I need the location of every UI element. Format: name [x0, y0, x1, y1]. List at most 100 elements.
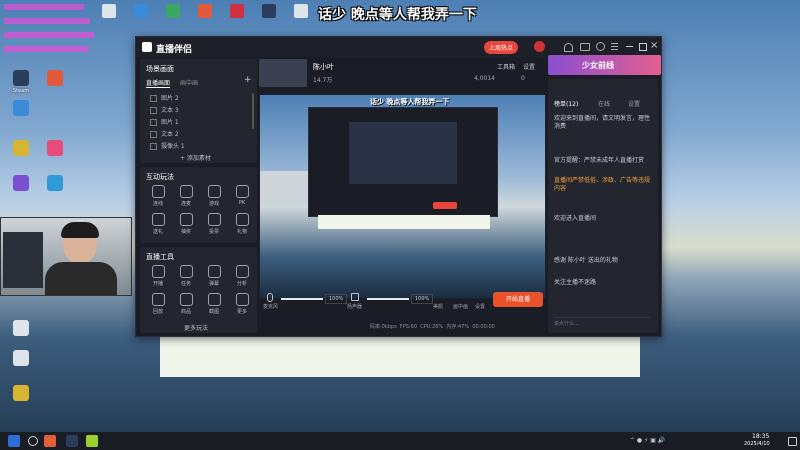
preview-webcam [260, 171, 310, 201]
message-icon[interactable] [580, 43, 590, 51]
system-tray[interactable]: ⌃ ● ⚡ ▣ 🔊 [630, 437, 730, 445]
status-cpu: CPU:26% [420, 324, 444, 330]
tool-icon [151, 213, 165, 226]
interaction-title: 互动玩法 [146, 173, 174, 181]
header-settings-button[interactable]: 设置 [523, 62, 535, 71]
tool-tile[interactable]: PK [226, 185, 258, 206]
chat-input[interactable]: 说点什么... [554, 317, 650, 330]
add-source-button[interactable]: + 添加素材 [180, 153, 211, 162]
mic-value[interactable]: 100% [325, 294, 348, 304]
start-live-button[interactable]: 开始直播 [493, 292, 543, 307]
source-item[interactable]: 文本 3 [150, 105, 179, 114]
avatar[interactable] [534, 41, 545, 52]
add-scene-button[interactable]: + [244, 75, 252, 85]
desktop-icon[interactable] [102, 4, 116, 18]
tool-tile[interactable]: 更多 [226, 293, 258, 315]
promo-banner[interactable]: 少女前线 [548, 55, 661, 75]
toolbox-button[interactable]: 工具箱 [497, 62, 515, 71]
desktop-icon[interactable] [4, 350, 38, 368]
speaker-slider[interactable] [367, 298, 409, 300]
chat-tab-rank[interactable]: 榜单(12) [554, 99, 578, 108]
start-icon[interactable] [8, 435, 20, 447]
visibility-checkbox[interactable] [150, 107, 157, 114]
live-badge[interactable]: 上周热点 [484, 41, 519, 54]
desktop-top-icons [100, 4, 320, 24]
bottom-settings-button[interactable]: 设置 [475, 303, 485, 310]
close-button[interactable]: × [650, 41, 658, 51]
taskbar-steam-icon[interactable] [66, 435, 78, 447]
desktop-icon[interactable] [262, 4, 276, 18]
beauty-button[interactable]: 美颜 [433, 303, 443, 310]
clock-time[interactable]: 18:35 [752, 433, 769, 440]
chat-tab-online[interactable]: 在线 [598, 99, 610, 108]
desktop-icon[interactable] [4, 385, 38, 403]
mic-icon[interactable] [267, 293, 273, 302]
desktop-icon[interactable] [4, 175, 38, 193]
desktop-icon[interactable] [230, 4, 244, 18]
desktop-icon[interactable]: Steam [4, 70, 38, 94]
tab-pip[interactable]: 画中画 [180, 78, 198, 87]
tool-icon [235, 185, 249, 198]
taskbar-live-icon[interactable] [86, 435, 98, 447]
visibility-checkbox[interactable] [150, 131, 157, 138]
desktop-icon[interactable] [4, 100, 38, 118]
person-hair [61, 222, 99, 238]
pip-button[interactable]: 画中画 [453, 303, 468, 310]
speaker-value[interactable]: 100% [411, 294, 434, 304]
maximize-button[interactable] [639, 43, 647, 51]
desktop-icon[interactable] [38, 70, 72, 88]
chat-message: 直播间严禁低俗、涉政、广告等违规内容 [554, 177, 651, 192]
live-companion-window: 直播伴侣 上周热点 × 场景画面 直播画面 画中画 + 图片 2 文本 3 图片… [135, 36, 662, 337]
chat-message: 关注主播不迷路 [554, 279, 597, 286]
source-item[interactable]: 图片 1 [150, 117, 179, 126]
settings-icon[interactable] [596, 42, 605, 51]
app-logo-icon [142, 42, 152, 52]
scrollbar[interactable] [252, 93, 254, 129]
preview-caption: 话少 晚点等人帮我弄一下 [370, 98, 450, 106]
desktop-icon[interactable] [4, 140, 38, 158]
live-tools-title: 直播工具 [146, 253, 174, 261]
notification-icon[interactable] [788, 437, 797, 446]
tool-tile[interactable]: 礼物 [226, 213, 258, 235]
stat-1: 14.7万 [313, 77, 333, 84]
tab-live[interactable]: 直播画面 [146, 78, 171, 88]
mic-slider[interactable] [281, 298, 323, 300]
visibility-checkbox[interactable] [150, 119, 157, 126]
menu-icon[interactable] [611, 43, 618, 44]
nested-window [308, 107, 498, 217]
tool-icon [179, 213, 193, 226]
desktop-icon[interactable] [198, 4, 212, 18]
tool-icon [179, 185, 193, 198]
desktop-icon[interactable] [294, 4, 308, 18]
headset-icon[interactable] [564, 43, 573, 52]
minimize-button[interactable] [626, 46, 633, 47]
desktop-icon[interactable] [134, 4, 148, 18]
tool-icon [151, 265, 165, 278]
expand-more-button[interactable]: 更多玩法 [184, 323, 208, 332]
webcam-feed [0, 217, 132, 296]
desktop-icon[interactable] [166, 4, 180, 18]
stat-3: 0 [521, 75, 525, 82]
visibility-checkbox[interactable] [150, 95, 157, 102]
chat-message: 欢迎来到直播间，请文明发言，理性消费 [554, 115, 651, 130]
source-item[interactable]: 图片 2 [150, 93, 179, 102]
audio-controls: 麦克风 100% 扬声器 100% 美颜 画中画 设置 开始直播 [259, 289, 544, 311]
speaker-icon[interactable] [351, 293, 359, 301]
desktop-icon[interactable] [38, 140, 72, 158]
chat-message: 欢迎进入直播间 [554, 215, 597, 222]
desktop-icon[interactable] [38, 175, 72, 193]
app-logo-text: 直播伴侣 [156, 45, 193, 55]
tool-icon [151, 185, 165, 198]
source-item[interactable]: 摄像头 1 [150, 141, 185, 150]
taskbar-app-icon[interactable] [44, 435, 56, 447]
clock-date[interactable]: 2025/4/10 [744, 441, 770, 447]
source-item[interactable]: 文本 2 [150, 129, 179, 138]
tool-icon [207, 265, 221, 278]
search-icon[interactable] [28, 436, 38, 446]
tool-icon [207, 213, 221, 226]
interaction-panel: 互动玩法 连线 连麦 游戏 PK 送礼 抽奖 投票 礼物 [140, 167, 257, 243]
chat-tab-settings[interactable]: 设置 [628, 99, 640, 108]
visibility-checkbox[interactable] [150, 143, 157, 150]
desktop-icon[interactable] [4, 320, 38, 338]
tool-tile[interactable]: 分析 [226, 265, 258, 287]
